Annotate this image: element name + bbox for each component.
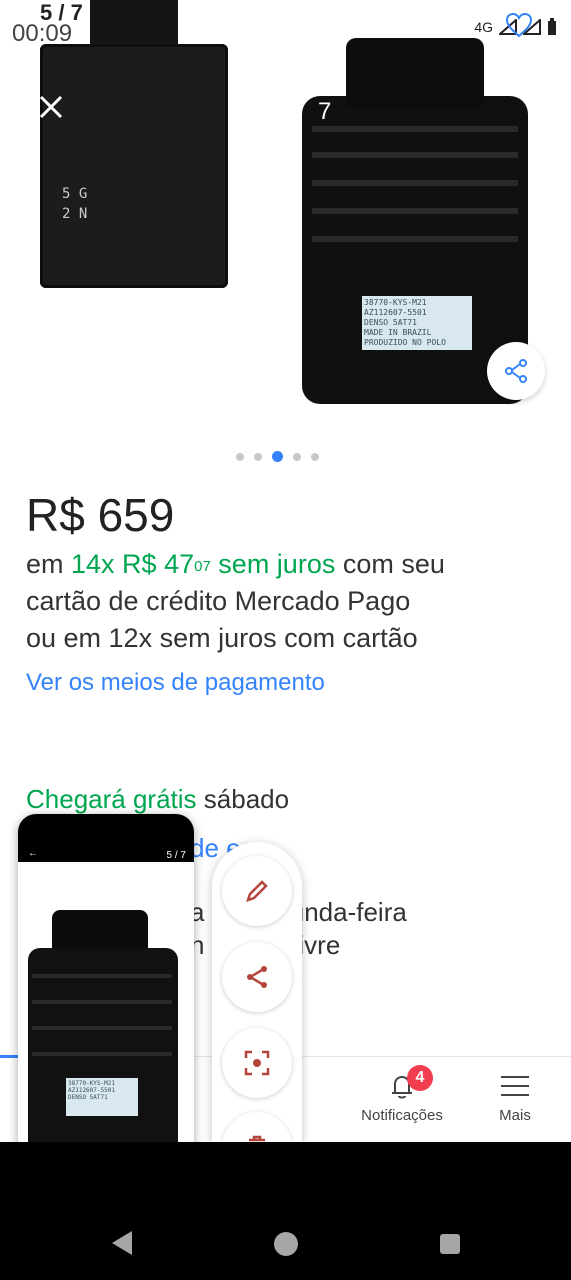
rib [312,208,518,214]
nav-notifications-label: Notificações [361,1107,443,1124]
recents-nav-button[interactable] [440,1234,460,1254]
shipping-day: sábado [196,784,290,814]
screenshot-toolbar [212,842,302,1182]
free-shipping-label: Chegará grátis [26,784,197,814]
close-icon[interactable] [36,92,66,122]
system-navigation-bar [0,1142,571,1280]
no-interest-label: sem juros [210,549,336,579]
pagination-dot[interactable] [311,452,319,461]
label-line: 38770-KYS-M21 [364,298,427,307]
installment-value: 14x R$ 47 [71,549,195,579]
pagination-dot[interactable] [293,452,301,461]
label-line: DENSO 5AT71 [364,318,417,327]
pagination-dot[interactable] [236,452,244,461]
preview-label-line: DENSO 5AT71 [68,1094,108,1101]
share-icon [247,966,267,988]
connector-lug [90,0,178,44]
label-line: MADE IN BRAZIL [364,328,432,337]
favorite-heart-icon[interactable] [505,12,533,38]
product-label-sticker: 38770-KYS-M21 AZ112607-5501 DENSO 5AT71 … [362,296,472,350]
image-index: 7 [318,98,332,125]
product-image-left[interactable]: 5 G 2 N [40,0,228,288]
preview-rib [32,974,172,978]
rib [312,236,518,242]
back-nav-icon[interactable] [110,1230,134,1256]
preview-product-image [28,948,178,1154]
pencil-icon [246,880,268,902]
lens-scan-button[interactable] [222,1028,292,1098]
module-code-line: 5 G [62,186,88,202]
notifications-badge: 4 [407,1065,433,1091]
preview-rib [32,1052,172,1056]
installment-cents: 07 [194,558,211,575]
share-button[interactable] [487,342,545,400]
preview-label-sticker: 38770-KYS-M21 AZ112607-5501 DENSO 5AT71 [66,1078,138,1116]
label-line: PRODUZIDO NO POLO [364,338,446,347]
home-nav-button[interactable] [274,1232,298,1256]
preview-rib [32,1000,172,1004]
rib [312,152,518,158]
rib [312,180,518,186]
installment-prefix: em [26,549,72,579]
rib [312,126,518,132]
connector-plug [346,38,484,108]
installment-suffix: com seu [335,549,445,579]
battery-icon [548,18,556,35]
payment-methods-link[interactable]: Ver os meios de pagamento [26,669,325,697]
preview-back-arrow: ← [28,848,38,859]
installments-text: em 14x R$ 4707 sem juros com seu cartão … [26,546,556,657]
share-icon [505,359,527,383]
gallery-pagination[interactable] [236,451,319,462]
share-screenshot-button[interactable] [222,942,292,1012]
preview-counter: 5 / 7 [166,850,186,861]
menu-icon [501,1076,529,1096]
module-code: 5 G 2 N [62,184,87,224]
edit-button[interactable] [222,856,292,926]
installment-line-3: ou em 12x sem juros com cartão [26,623,418,653]
screenshot-preview[interactable]: ← 5 / 7 38770-KYS-M21 AZ112607-5501 DENS… [18,814,194,1154]
network-type: 4G [474,19,493,35]
nav-notifications[interactable]: 4 Notificações [352,1065,452,1124]
pagination-dot-active[interactable] [272,451,283,462]
scan-icon [244,1050,270,1076]
installment-line-2: cartão de crédito Mercado Pago [26,586,411,616]
preview-top-bar: ← 5 / 7 [18,814,194,862]
preview-rib [32,1026,172,1030]
nav-more[interactable]: Mais [484,1071,546,1124]
preview-label-line: AZ112607-5501 [68,1087,115,1094]
label-line: AZ112607-5501 [364,308,427,317]
pagination-dot[interactable] [254,452,262,461]
module-code-line: 2 N [62,206,88,222]
shipping-info: Chegará grátis sábado [26,784,289,815]
installment-amount: 14x R$ 4707 sem juros [71,549,335,579]
preview-label-line: 38770-KYS-M21 [68,1080,115,1087]
product-price: R$ 659 [26,489,175,541]
nav-more-label: Mais [499,1107,531,1124]
